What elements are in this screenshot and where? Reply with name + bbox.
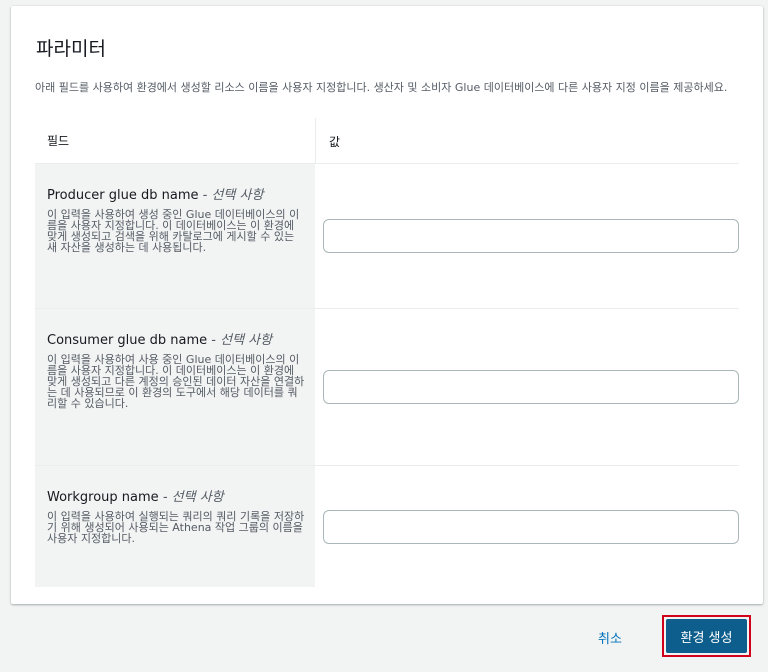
panel-title: 파라미터 <box>36 38 106 60</box>
field-help-text: 이 입력을 사용하여 사용 중인 Glue 데이터베이스의 이름을 사용자 지정… <box>47 353 305 410</box>
parameters-table: 필드 값 Producer glue db name - 선택 사항 이 입력을… <box>35 118 739 587</box>
field-name: Consumer glue db name <box>47 333 208 348</box>
table-row-producer-glue-db: Producer glue db name - 선택 사항 이 입력을 사용하여… <box>35 164 739 309</box>
field-label: Producer glue db name - 선택 사항 <box>47 184 305 203</box>
cancel-button[interactable]: 취소 <box>598 628 622 647</box>
value-cell <box>315 309 739 465</box>
table-header: 필드 값 <box>35 118 739 164</box>
producer-glue-db-name-input[interactable] <box>323 219 739 253</box>
optional-tag: - 선택 사항 <box>207 333 273 348</box>
workgroup-name-input[interactable] <box>323 509 739 544</box>
value-cell <box>315 466 739 587</box>
header-value: 값 <box>315 118 739 164</box>
table-row-consumer-glue-db: Consumer glue db name - 선택 사항 이 입력을 사용하여… <box>35 309 739 466</box>
field-help-text: 이 입력을 사용하여 실행되는 쿼리의 쿼리 기록을 저장하기 위해 생성되어 … <box>47 510 305 545</box>
header-field: 필드 <box>47 134 70 148</box>
field-label: Workgroup name - 선택 사항 <box>47 486 305 505</box>
field-cell: Workgroup name - 선택 사항 이 입력을 사용하여 실행되는 쿼… <box>35 466 315 587</box>
create-environment-button[interactable]: 환경 생성 <box>666 619 747 653</box>
field-name: Workgroup name <box>47 490 159 505</box>
consumer-glue-db-name-input[interactable] <box>323 370 739 404</box>
parameters-panel: 파라미터 아래 필드를 사용하여 환경에서 생성할 리소스 이름을 사용자 지정… <box>11 6 763 604</box>
optional-tag: - 선택 사항 <box>158 490 224 505</box>
panel-description: 아래 필드를 사용하여 환경에서 생성할 리소스 이름을 사용자 지정합니다. … <box>35 81 728 94</box>
field-name: Producer glue db name <box>47 188 199 203</box>
optional-tag: - 선택 사항 <box>198 188 264 203</box>
field-cell: Producer glue db name - 선택 사항 이 입력을 사용하여… <box>35 164 315 308</box>
value-cell <box>315 164 739 308</box>
field-cell: Consumer glue db name - 선택 사항 이 입력을 사용하여… <box>35 309 315 465</box>
field-label: Consumer glue db name - 선택 사항 <box>47 329 305 348</box>
field-help-text: 이 입력을 사용하여 생성 중인 Glue 데이터베이스의 이름을 사용자 지정… <box>47 208 300 254</box>
table-row-workgroup: Workgroup name - 선택 사항 이 입력을 사용하여 실행되는 쿼… <box>35 466 739 587</box>
